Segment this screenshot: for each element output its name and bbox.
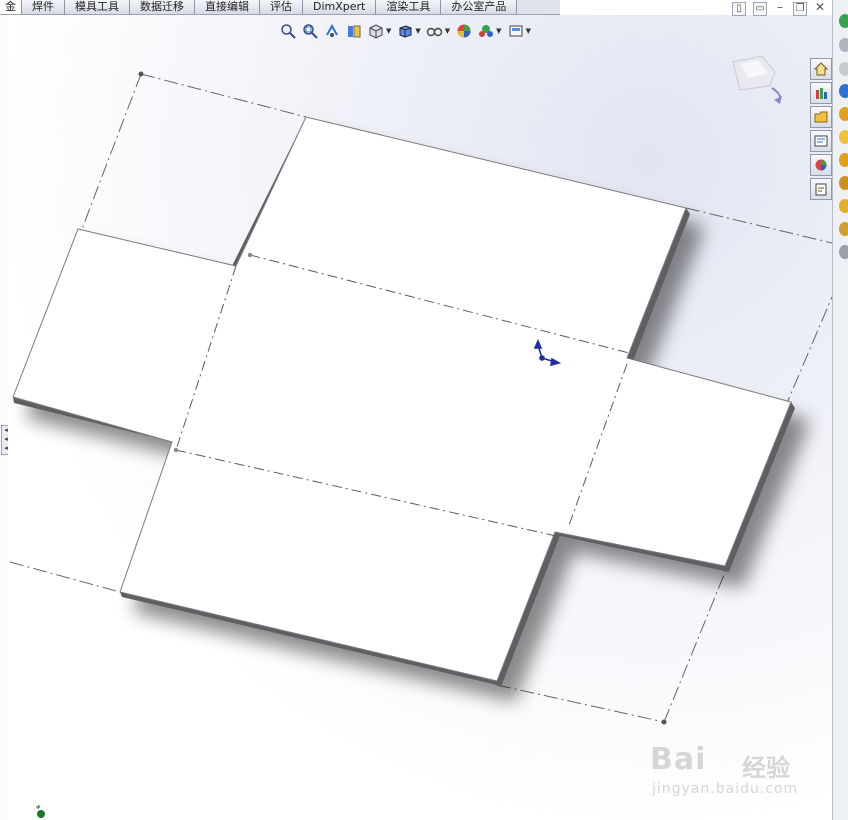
watermark-url: jingyan.baidu.com — [652, 781, 799, 797]
tab-mold-tools[interactable]: 模具工具 — [65, 0, 130, 14]
appearances-icon[interactable] — [810, 154, 832, 176]
tab-weldments[interactable]: 焊件 — [22, 0, 65, 14]
tool-icon[interactable] — [839, 62, 848, 76]
view-orientation-cube-icon[interactable] — [732, 55, 782, 104]
folder-icon[interactable] — [839, 130, 848, 144]
globe-icon[interactable] — [839, 14, 848, 28]
tab-direct-editing[interactable]: 直接编辑 — [195, 0, 260, 14]
part-icon[interactable] — [839, 222, 848, 236]
sheet-metal-flat-pattern[interactable] — [0, 0, 848, 820]
display-style-dropdown[interactable]: ▼ — [415, 27, 420, 35]
part-icon[interactable] — [839, 153, 848, 167]
mate-icon[interactable] — [839, 84, 848, 98]
zoom-to-fit-icon[interactable] — [278, 21, 298, 41]
close-icon[interactable]: ✕ — [814, 1, 826, 14]
hide-show-items-icon[interactable] — [425, 21, 445, 41]
tab-evaluate[interactable]: 评估 — [260, 0, 303, 14]
database-icon[interactable] — [839, 107, 848, 121]
right-rail — [832, 0, 848, 820]
baidu-watermark: Bai 经验 jingyan.baidu.com — [650, 726, 810, 806]
tab-office-products[interactable]: 办公室产品 — [441, 0, 518, 14]
display-style-icon[interactable] — [395, 21, 415, 41]
previous-view-icon[interactable] — [322, 21, 342, 41]
bend-point — [247, 252, 253, 258]
command-manager-tabs: 金 焊件 模具工具 数据迁移 直接编辑 评估 DimXpert 渲染工具 办公室… — [0, 0, 560, 15]
hide-show-dropdown[interactable]: ▼ — [445, 27, 450, 35]
tab-render-tools[interactable]: 渲染工具 — [376, 0, 442, 14]
zoom-to-area-icon[interactable] — [300, 21, 320, 41]
tool-icon[interactable] — [839, 38, 848, 52]
part-icon[interactable] — [839, 176, 848, 190]
tab-data-migration[interactable]: 数据迁移 — [130, 0, 195, 14]
sketch-point — [661, 719, 667, 725]
view-orientation-dropdown[interactable]: ▼ — [386, 27, 391, 35]
apply-scene-dropdown[interactable]: ▼ — [496, 27, 501, 35]
apply-scene-icon[interactable] — [476, 21, 496, 41]
reference-triad-icon — [36, 804, 45, 818]
view-orientation-icon[interactable] — [366, 21, 386, 41]
section-view-icon[interactable] — [344, 21, 364, 41]
minimize-icon[interactable]: – — [774, 1, 786, 14]
resources-icon[interactable] — [810, 82, 832, 104]
design-library-icon[interactable] — [810, 106, 832, 128]
watermark-brand-cn: 经验 — [742, 754, 790, 782]
part-icon[interactable] — [839, 199, 848, 213]
tile-vertical-icon[interactable]: ▯ — [732, 2, 746, 16]
task-pane-tabs — [810, 58, 832, 200]
heads-up-view-toolbar: ▼ ▼ ▼ ▼ ▼ — [278, 20, 533, 42]
restore-icon[interactable]: ❐ — [793, 2, 807, 16]
file-explorer-icon[interactable] — [810, 130, 832, 152]
tab-dimxpert[interactable]: DimXpert — [303, 0, 377, 14]
view-settings-dropdown[interactable]: ▼ — [526, 27, 531, 35]
watermark-brand: Bai — [650, 742, 707, 777]
tile-horizontal-icon[interactable]: ▭ — [753, 2, 767, 16]
sketch-point — [138, 71, 144, 77]
document-window-controls: ▯ ▭ – ❐ ✕ — [732, 1, 826, 16]
drawing-icon[interactable] — [839, 245, 848, 259]
tab-sheet-metal[interactable]: 金 — [0, 0, 22, 14]
custom-properties-icon[interactable] — [810, 178, 832, 200]
view-settings-icon[interactable] — [506, 21, 526, 41]
bend-point — [173, 447, 179, 453]
home-icon[interactable] — [810, 58, 832, 80]
edit-appearance-icon[interactable] — [454, 21, 474, 41]
